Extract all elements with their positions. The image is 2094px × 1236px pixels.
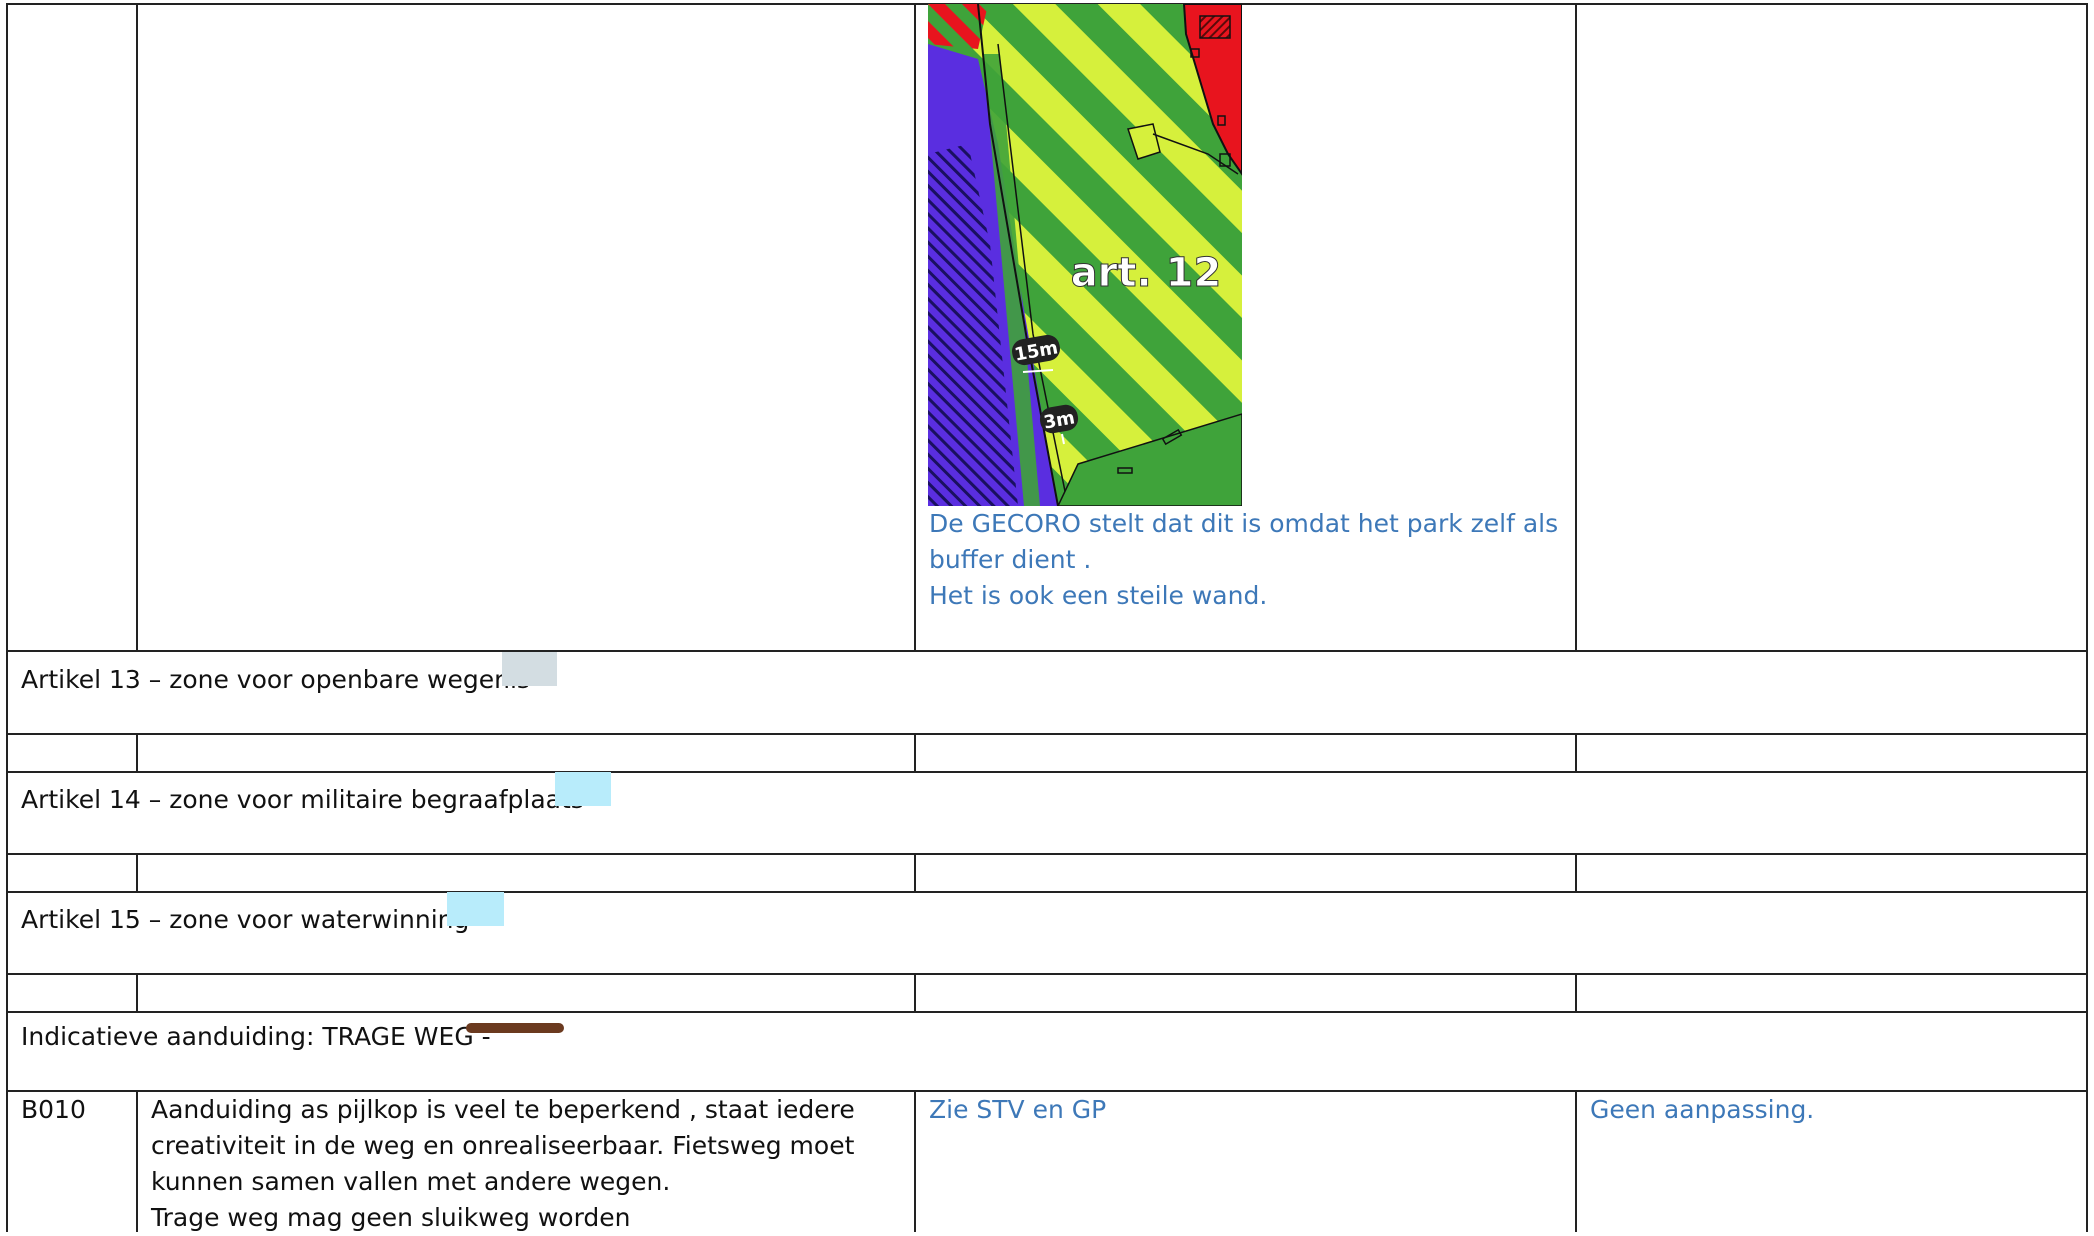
- section-title-artikel-14: Artikel 14 – zone voor militaire begraaf…: [21, 785, 584, 814]
- column-divider: [914, 733, 916, 773]
- column-divider: [1575, 853, 1577, 893]
- column-divider: [136, 3, 138, 652]
- column-divider: [136, 853, 138, 893]
- reaction-text-line: Het is ook een steile wand.: [929, 581, 1268, 610]
- column-divider: [1575, 3, 1577, 652]
- reaction-text-line: buffer dient .: [929, 545, 1092, 574]
- remark-text-line: creativiteit in de weg en onrealiseerbaa…: [151, 1131, 855, 1160]
- legend-swatch-militaire-begraafplaats: [555, 772, 611, 806]
- reaction-text-line: De GECORO stelt dat dit is omdat het par…: [929, 509, 1559, 538]
- row-divider: [6, 973, 2088, 975]
- row-divider: [6, 1011, 2088, 1013]
- row-divider: [6, 733, 2088, 735]
- column-divider: [136, 733, 138, 773]
- column-divider: [136, 973, 138, 1013]
- remark-text-line: kunnen samen vallen met andere wegen.: [151, 1167, 671, 1196]
- legend-swatch-trage-weg: [466, 1023, 564, 1033]
- column-divider: [1575, 973, 1577, 1013]
- section-title-trage-weg: Indicatieve aanduiding: TRAGE WEG -: [21, 1022, 491, 1051]
- table-right-border: [2086, 3, 2088, 1232]
- reaction-text: Zie STV en GP: [929, 1095, 1107, 1124]
- map-art-label: art. 12: [1071, 250, 1222, 296]
- row-divider: [6, 771, 2088, 773]
- decision-text: Geen aanpassing.: [1590, 1095, 1815, 1124]
- document-page: 15m 3m art. 12 De GECORO stelt dat dit i…: [0, 0, 2094, 1232]
- column-divider: [914, 3, 916, 652]
- column-divider: [914, 973, 916, 1013]
- section-title-artikel-13: Artikel 13 – zone voor openbare wegenis: [21, 665, 530, 694]
- column-divider: [914, 1090, 916, 1232]
- zoning-map-image: 15m 3m art. 12: [928, 4, 1242, 506]
- remark-text-line: Aanduiding as pijlkop is veel te beperke…: [151, 1095, 855, 1124]
- column-divider: [136, 1090, 138, 1232]
- column-divider: [914, 853, 916, 893]
- section-title-artikel-15: Artikel 15 – zone voor waterwinning: [21, 905, 470, 934]
- row-divider: [6, 891, 2088, 893]
- legend-swatch-waterwinning: [447, 892, 504, 926]
- column-divider: [1575, 1090, 1577, 1232]
- row-divider: [6, 650, 2088, 652]
- column-divider: [1575, 733, 1577, 773]
- table-left-border: [6, 3, 8, 1232]
- legend-swatch-openbare-wegenis: [502, 652, 557, 686]
- row-divider: [6, 853, 2088, 855]
- remark-text-line: Trage weg mag geen sluikweg worden: [151, 1203, 631, 1232]
- row-id: B010: [21, 1095, 86, 1124]
